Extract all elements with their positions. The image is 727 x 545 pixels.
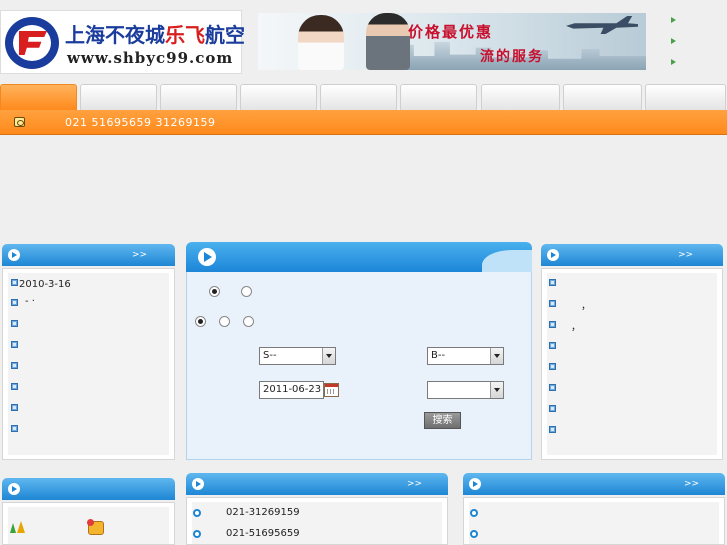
right-panel-header: >> bbox=[541, 244, 723, 266]
contact-bar: 021 51695659 31269159 bbox=[0, 110, 727, 135]
nav-tab[interactable] bbox=[80, 84, 157, 110]
news-item[interactable]: 2010-3-16 bbox=[19, 279, 71, 290]
header-link-arrow-icon[interactable] bbox=[670, 16, 678, 24]
list-bullet-icon bbox=[470, 530, 478, 538]
nav-tab[interactable] bbox=[320, 84, 397, 110]
list-bullet-icon bbox=[11, 341, 18, 348]
promo-banner[interactable]: 价格最优惠 流的服务 bbox=[258, 13, 646, 70]
flight-search-header bbox=[186, 242, 532, 272]
partner-logo-icon[interactable] bbox=[87, 519, 104, 535]
list-bullet-icon bbox=[549, 300, 556, 307]
logo-url: www.shbyc99.com bbox=[67, 49, 234, 67]
list-bullet-icon bbox=[11, 279, 18, 286]
panel-bullet-icon bbox=[469, 478, 481, 490]
banner-person-woman bbox=[298, 15, 344, 70]
right-panel-body bbox=[541, 268, 723, 460]
calendar-icon[interactable] bbox=[324, 383, 339, 397]
partners-panel-header bbox=[2, 478, 175, 500]
partner-logo-icon[interactable] bbox=[10, 521, 26, 535]
airplane-icon bbox=[566, 16, 638, 34]
time-select[interactable] bbox=[427, 381, 504, 399]
contact-number: 021-51695659 bbox=[226, 528, 300, 539]
bottom-right-panel-header: >> bbox=[463, 473, 725, 495]
contacts-panel-header: >> bbox=[186, 473, 448, 495]
list-bullet-icon bbox=[11, 383, 18, 390]
header-link-arrow-icon[interactable] bbox=[670, 37, 678, 45]
right-list-item[interactable]: ， bbox=[581, 297, 591, 312]
list-bullet-icon bbox=[470, 509, 478, 517]
nav-tab-home[interactable] bbox=[0, 84, 77, 110]
nav-tab[interactable] bbox=[400, 84, 477, 110]
bottom-right-more-link[interactable]: >> bbox=[684, 479, 699, 489]
list-bullet-icon bbox=[549, 342, 556, 349]
chevron-down-icon bbox=[322, 348, 335, 364]
contact-phones: 021 51695659 31269159 bbox=[65, 116, 216, 129]
nav-tab[interactable] bbox=[645, 84, 726, 110]
trip-type-radio[interactable] bbox=[209, 286, 220, 297]
trip-type-radio[interactable] bbox=[241, 286, 252, 297]
cabin-radio[interactable] bbox=[243, 316, 254, 327]
header-link-arrow-icon[interactable] bbox=[670, 58, 678, 66]
banner-person-man bbox=[366, 13, 410, 70]
right-more-link[interactable]: >> bbox=[678, 250, 693, 260]
contacts-more-link[interactable]: >> bbox=[407, 479, 422, 489]
list-bullet-icon bbox=[11, 299, 18, 306]
nav-tab[interactable] bbox=[240, 84, 317, 110]
bottom-right-panel-body bbox=[463, 497, 725, 545]
list-bullet-icon bbox=[549, 279, 556, 286]
panel-bullet-icon bbox=[8, 249, 20, 261]
right-list-item[interactable]: ， bbox=[571, 318, 581, 333]
news-panel-header: >> bbox=[2, 244, 175, 266]
list-bullet-icon bbox=[549, 384, 556, 391]
nav-tab[interactable] bbox=[481, 84, 560, 110]
logo-name: 上海不夜城乐飞航空 bbox=[65, 23, 245, 47]
departure-date-input[interactable]: 2011-06-23 bbox=[259, 381, 324, 399]
nav-tab[interactable] bbox=[160, 84, 237, 110]
banner-slogan-2: 流的服务 bbox=[480, 49, 544, 65]
search-button[interactable]: 搜索 bbox=[424, 412, 461, 429]
list-bullet-icon bbox=[549, 363, 556, 370]
arrival-city-select[interactable]: B-- bbox=[427, 347, 504, 365]
cabin-radio[interactable] bbox=[219, 316, 230, 327]
header-wave-decoration bbox=[482, 250, 532, 272]
contact-number: 021-31269159 bbox=[226, 507, 300, 518]
list-bullet-icon bbox=[549, 426, 556, 433]
list-bullet-icon bbox=[11, 425, 18, 432]
news-more-link[interactable]: >> bbox=[132, 250, 147, 260]
departure-city-select[interactable]: S-- bbox=[259, 347, 336, 365]
site-logo[interactable]: 上海不夜城乐飞航空 www.shbyc99.com bbox=[0, 10, 245, 74]
panel-bullet-icon bbox=[547, 249, 559, 261]
list-bullet-icon bbox=[11, 320, 18, 327]
chevron-down-icon bbox=[490, 348, 503, 364]
list-bullet-icon bbox=[549, 321, 556, 328]
list-bullet-icon bbox=[193, 509, 201, 517]
news-item[interactable]: - · bbox=[25, 296, 35, 307]
cabin-radio[interactable] bbox=[195, 316, 206, 327]
list-bullet-icon bbox=[11, 362, 18, 369]
flight-search-form bbox=[186, 272, 532, 460]
panel-bullet-icon bbox=[8, 483, 20, 495]
list-bullet-icon bbox=[193, 530, 201, 538]
arrow-right-icon bbox=[198, 248, 216, 266]
banner-slogan-1: 价格最优惠 bbox=[408, 23, 494, 41]
logo-mark-icon bbox=[5, 17, 59, 69]
phone-icon bbox=[14, 117, 25, 127]
nav-tab[interactable] bbox=[563, 84, 642, 110]
panel-bullet-icon bbox=[192, 478, 204, 490]
chevron-down-icon bbox=[490, 382, 503, 398]
list-bullet-icon bbox=[11, 404, 18, 411]
list-bullet-icon bbox=[549, 405, 556, 412]
